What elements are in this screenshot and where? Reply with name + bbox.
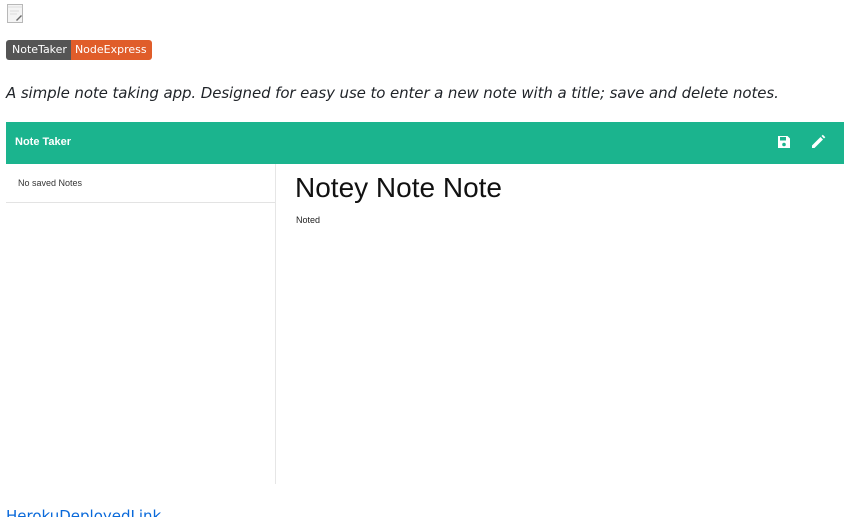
badge-message: NodeExpress — [70, 40, 152, 60]
badge-label: NoteTaker — [6, 40, 71, 60]
notetaker-badge: NoteTaker NodeExpress — [6, 40, 152, 60]
app-title[interactable]: Note Taker — [15, 136, 71, 148]
notes-sidebar: No saved Notes — [6, 164, 276, 484]
app-screenshot: Note Taker No saved Notes Notey Note Not… — [6, 122, 844, 484]
readme-page: NoteTaker NodeExpress A simple note taki… — [0, 0, 851, 517]
note-title[interactable]: Notey Note Note — [295, 172, 502, 204]
note-editor: Notey Note Note Noted — [276, 164, 844, 484]
broken-image-icon — [7, 4, 23, 23]
save-icon[interactable] — [777, 135, 791, 149]
app-navbar: Note Taker — [6, 122, 844, 164]
pencil-icon[interactable] — [810, 134, 826, 150]
heroku-deployed-link[interactable]: HerokuDeployedLink — [6, 507, 161, 517]
project-description: A simple note taking app. Designed for e… — [6, 84, 779, 102]
list-item: No saved Notes — [6, 164, 275, 203]
no-saved-notes-text: No saved Notes — [18, 178, 83, 188]
note-body[interactable]: Noted — [296, 215, 320, 225]
